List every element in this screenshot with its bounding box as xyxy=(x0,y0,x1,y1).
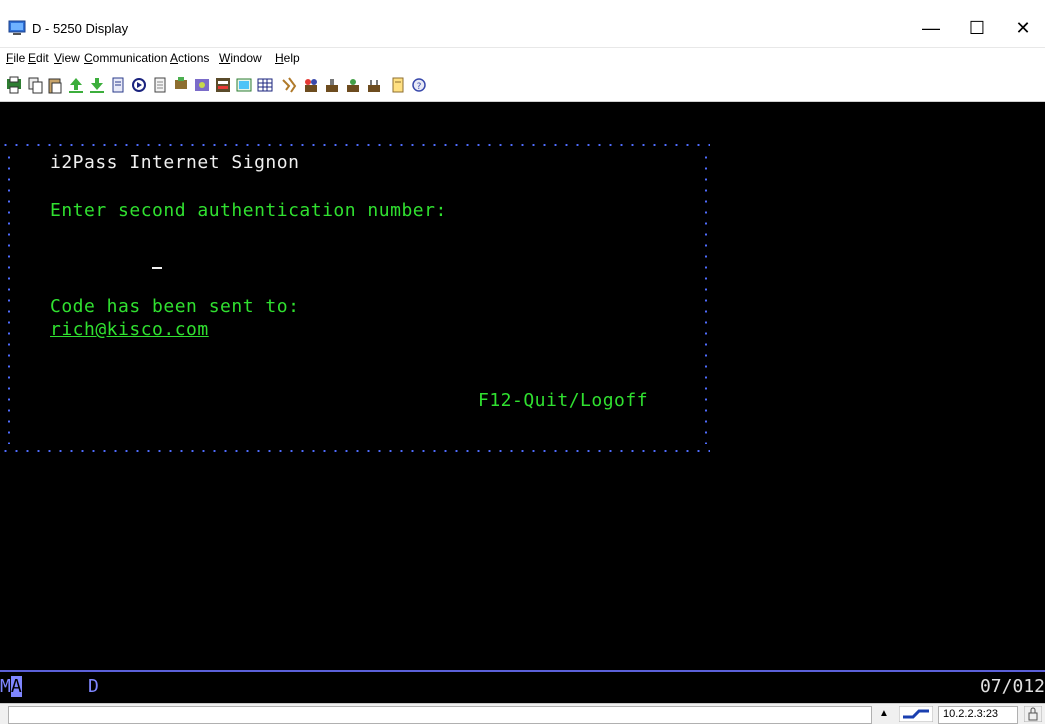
keyboard-icon[interactable] xyxy=(194,76,210,94)
close-icon: ✕ xyxy=(1015,18,1031,38)
session-a-icon[interactable] xyxy=(303,76,319,94)
status-mode: MA xyxy=(0,676,22,697)
menu-window[interactable]: Window xyxy=(219,51,262,65)
menu-file[interactable]: File xyxy=(6,51,25,65)
status-mode-cursor: A xyxy=(10,676,22,697)
menu-communication[interactable]: Communication xyxy=(84,51,167,65)
macro-icon[interactable] xyxy=(110,76,126,94)
connection-icon xyxy=(899,706,933,722)
menu-view[interactable]: View xyxy=(54,51,80,65)
svg-text:?: ? xyxy=(417,82,422,92)
auth-prompt: Enter second authentication number: xyxy=(50,200,447,221)
status-message-field xyxy=(8,706,872,724)
status-bar: ▲ 10.2.2.3:23 xyxy=(0,703,1045,724)
dialog-border-top xyxy=(0,144,710,146)
paste-icon[interactable] xyxy=(47,76,63,94)
session-b-icon[interactable] xyxy=(324,76,340,94)
display-icon[interactable] xyxy=(173,76,189,94)
signon-heading: i2Pass Internet Signon xyxy=(50,152,300,173)
menu-bar: File Edit View Communication Actions Win… xyxy=(0,48,1045,70)
dialog-border-left xyxy=(8,152,10,444)
arrow-up-icon[interactable]: ▲ xyxy=(879,708,889,719)
cursor-position: 07/012 xyxy=(979,676,1045,697)
playback-icon[interactable] xyxy=(152,76,168,94)
maximize-button[interactable]: ☐ xyxy=(954,10,1000,47)
minimize-button[interactable]: — xyxy=(908,10,954,47)
ip-address: 10.2.2.3:23 xyxy=(943,708,999,720)
print-screen-icon[interactable] xyxy=(6,76,22,94)
menu-help[interactable]: Help xyxy=(275,51,300,65)
record-icon[interactable] xyxy=(131,76,147,94)
menu-actions[interactable]: Actions xyxy=(170,51,209,65)
secure-connection-icon xyxy=(1024,706,1042,722)
status-session: D xyxy=(88,676,99,697)
sql-icon[interactable] xyxy=(215,76,231,94)
notes-icon[interactable] xyxy=(390,76,406,94)
ip-address-field: 10.2.2.3:23 xyxy=(938,706,1018,724)
terminal-screen[interactable]: i2Pass Internet Signon Enter second auth… xyxy=(0,102,1045,670)
f12-quit-key[interactable]: F12-Quit/Logoff xyxy=(478,390,648,411)
toolbar: ? xyxy=(0,71,1045,102)
close-button[interactable]: ✕ xyxy=(1000,10,1045,47)
window-title: D - 5250 Display xyxy=(32,21,129,36)
dialog-border-bottom xyxy=(0,450,710,452)
session-c-icon[interactable] xyxy=(345,76,361,94)
minimize-icon: — xyxy=(922,18,940,38)
terminal-app-icon xyxy=(8,20,26,35)
help-icon[interactable]: ? xyxy=(411,76,427,94)
dialog-border-right xyxy=(705,152,707,444)
data-transfer-icon[interactable] xyxy=(281,76,297,94)
operator-info-area: MA D 07/012 xyxy=(0,670,1045,704)
title-bar: D - 5250 Display — ☐ ✕ xyxy=(0,10,1045,48)
image-icon[interactable] xyxy=(236,76,252,94)
menu-edit[interactable]: Edit xyxy=(28,51,49,65)
grid-icon[interactable] xyxy=(257,76,273,94)
receive-file-icon[interactable] xyxy=(89,76,105,94)
session-d-icon[interactable] xyxy=(366,76,382,94)
email-address: rich@kisco.com xyxy=(50,319,209,340)
code-sent-label: Code has been sent to: xyxy=(50,296,300,317)
copy-icon[interactable] xyxy=(27,76,43,94)
send-file-icon[interactable] xyxy=(68,76,84,94)
input-cursor[interactable] xyxy=(152,267,162,269)
maximize-icon: ☐ xyxy=(968,18,986,38)
